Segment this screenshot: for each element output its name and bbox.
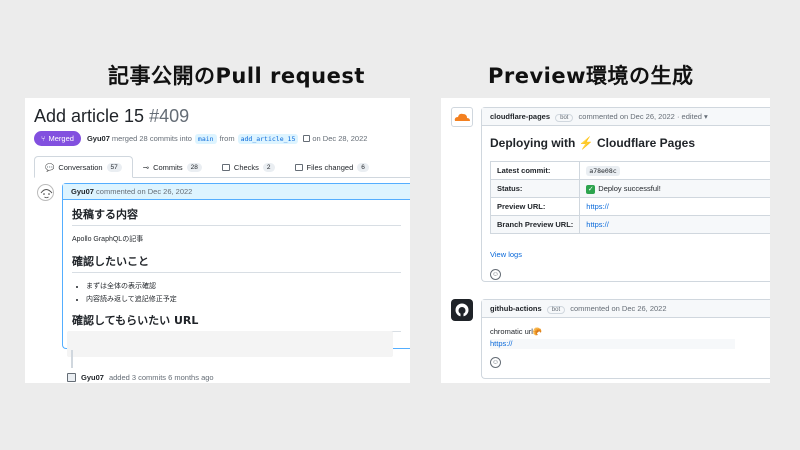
heading-check: 確認したいこと xyxy=(72,253,401,273)
tab-label: Conversation xyxy=(58,162,103,172)
preview-panel: cloudflare-pages bot commented on Dec 26… xyxy=(441,98,770,383)
chromatic-text: chromatic url🥐 xyxy=(490,327,543,336)
tab-commits[interactable]: ⊸ Commits 28 xyxy=(133,156,212,178)
copy-icon[interactable] xyxy=(303,135,311,142)
avatar-face-icon xyxy=(40,189,53,199)
table-row: Branch Preview URL: https:// xyxy=(489,215,770,234)
merged-label: Merged xyxy=(48,134,74,143)
content-text: Apollo GraphQLの記事 xyxy=(72,236,144,243)
pr-comment: Gyu07 commented on Dec 26, 2022 投稿する内容 A… xyxy=(62,183,410,349)
preview-url-link[interactable]: https:// xyxy=(586,202,609,211)
heading-content: 投稿する内容 xyxy=(72,206,401,226)
tab-count: 2 xyxy=(262,162,275,172)
row-key: Status: xyxy=(489,179,581,198)
pr-meta: ⑂ Merged Gyu07 merged 28 commits into ma… xyxy=(34,131,367,146)
row-key: Preview URL: xyxy=(489,197,581,216)
comment-header: github-actions bot commented on Dec 26, … xyxy=(482,300,770,318)
row-key: Branch Preview URL: xyxy=(489,215,581,234)
comment-author[interactable]: Gyu07 xyxy=(71,187,94,196)
conversation-icon: 💬 xyxy=(45,162,55,172)
comment-meta: commented on Dec 26, 2022 xyxy=(96,187,193,196)
right-slide-title: Preview環境の生成 xyxy=(488,64,694,88)
pr-title-text: Add article 15 xyxy=(34,106,145,126)
merge-text: merged 28 commits into xyxy=(111,134,192,143)
check-list: まずは全体の表示確認 内容読み返して追記修正予定 xyxy=(72,281,401,304)
table-row: Preview URL: https:// xyxy=(489,197,770,216)
add-reaction-icon[interactable]: ☺ xyxy=(490,357,501,368)
file-diff-icon xyxy=(294,163,303,171)
merged-badge: ⑂ Merged xyxy=(34,131,81,146)
comment-author[interactable]: github-actions xyxy=(490,304,542,313)
tab-checks[interactable]: Checks 2 xyxy=(212,156,285,178)
timeline-line xyxy=(71,350,73,368)
pr-author[interactable]: Gyu07 xyxy=(87,134,110,143)
tab-count: 57 xyxy=(106,162,122,172)
cloudflare-cloud-icon xyxy=(454,113,470,121)
github-icon xyxy=(455,303,469,317)
deploy-heading: Deploying with ⚡ Cloudflare Pages xyxy=(490,136,695,150)
pr-title: Add article 15 #409 xyxy=(34,106,189,127)
bot-badge: bot xyxy=(546,306,566,314)
bot-badge: bot xyxy=(555,114,574,122)
check-icon: ✓ xyxy=(586,184,596,194)
pr-number: #409 xyxy=(149,106,190,126)
tab-count: 28 xyxy=(186,162,202,172)
tab-count: 6 xyxy=(357,162,369,172)
comment-meta[interactable]: commented on Dec 26, 2022 · edited ▾ xyxy=(579,112,708,121)
repo-push-icon xyxy=(67,373,76,382)
head-branch[interactable]: add_article_15 xyxy=(237,133,299,144)
row-value: https:// xyxy=(579,197,770,216)
github-actions-comment: github-actions bot commented on Dec 26, … xyxy=(481,299,770,379)
list-item: まずは全体の表示確認 xyxy=(86,281,401,291)
table-row: Latest commit: a78e08c xyxy=(489,161,770,180)
row-value: ✓ Deploy successful! xyxy=(579,179,770,198)
tab-label: Checks xyxy=(233,162,259,172)
avatar[interactable] xyxy=(37,184,54,201)
tab-label: Files changed xyxy=(306,162,354,172)
comment-header: Gyu07 commented on Dec 26, 2022 xyxy=(63,184,410,200)
tab-conversation[interactable]: 💬 Conversation 57 xyxy=(34,156,133,178)
row-key: Latest commit: xyxy=(489,161,581,180)
status-text: Deploy successful! xyxy=(598,183,661,193)
comment-author[interactable]: cloudflare-pages xyxy=(490,112,550,121)
comment-meta: commented on Dec 26, 2022 xyxy=(570,304,667,313)
checks-icon xyxy=(221,163,230,171)
branch-preview-url-link[interactable]: https:// xyxy=(586,220,609,229)
view-logs-link[interactable]: View logs xyxy=(490,250,522,259)
event-text: added 3 commits 6 months ago xyxy=(108,373,214,382)
add-reaction-icon[interactable]: ☺ xyxy=(490,269,501,280)
commits-event: Gyu07 added 3 commits 6 months ago xyxy=(67,373,214,382)
comment-body: 投稿する内容 Apollo GraphQLの記事 確認したいこと まずは全体の表… xyxy=(63,200,410,346)
tab-label: Commits xyxy=(153,162,183,172)
lightning-icon: ⚡ xyxy=(578,136,594,150)
commit-icon: ⊸ xyxy=(142,162,150,172)
deploy-heading-pre: Deploying with xyxy=(490,136,576,150)
base-branch[interactable]: main xyxy=(194,133,217,144)
row-value: https:// xyxy=(579,215,770,234)
github-actions-logo[interactable] xyxy=(451,299,473,321)
event-author[interactable]: Gyu07 xyxy=(81,373,104,382)
heading-url: 確認してもらいたい URL xyxy=(72,312,401,332)
commit-hash[interactable]: a78e08c xyxy=(586,166,620,176)
deploy-table: Latest commit: a78e08c Status: ✓ Deploy s… xyxy=(489,161,770,234)
merge-date: on Dec 28, 2022 xyxy=(312,134,368,143)
table-row: Status: ✓ Deploy successful! xyxy=(489,179,770,198)
merge-icon: ⑂ xyxy=(41,134,46,143)
deploy-heading-post: Cloudflare Pages xyxy=(596,136,696,150)
row-value: a78e08c xyxy=(579,161,770,180)
tab-files-changed[interactable]: Files changed 6 xyxy=(285,156,379,178)
comment-header: cloudflare-pages bot commented on Dec 26… xyxy=(482,108,770,126)
pr-tabs: 💬 Conversation 57 ⊸ Commits 28 Checks 2 … xyxy=(34,156,410,178)
left-slide-title: 記事公開のPull request xyxy=(108,64,365,88)
list-item: 内容読み返して追記修正予定 xyxy=(86,294,401,304)
from-text: from xyxy=(219,134,235,143)
pull-request-panel: Add article 15 #409 ⑂ Merged Gyu07 merge… xyxy=(25,98,410,383)
cloudflare-logo[interactable] xyxy=(451,107,473,127)
chromatic-url-link[interactable]: https:// xyxy=(490,339,735,349)
cloudflare-comment: cloudflare-pages bot commented on Dec 26… xyxy=(481,107,770,282)
redacted-url-block xyxy=(67,331,393,357)
